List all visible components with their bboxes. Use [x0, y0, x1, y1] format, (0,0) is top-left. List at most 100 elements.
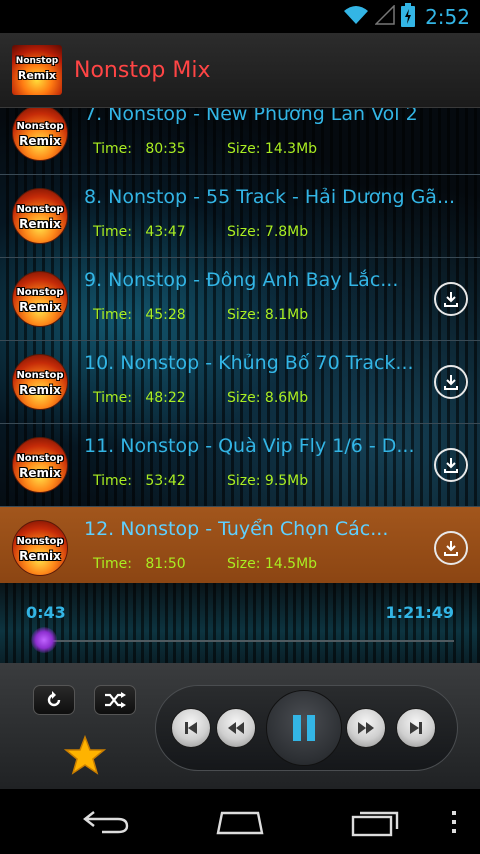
track-thumbnail: Nonstop Remix — [12, 354, 68, 410]
previous-button[interactable] — [171, 708, 211, 748]
size-label: Size: — [227, 556, 261, 572]
list-item[interactable]: Nonstop Remix 10. Nonstop - Khủng Bố 70 … — [0, 341, 480, 424]
app-logo[interactable]: Nonstop Remix — [12, 45, 62, 95]
size-label: Size: — [227, 390, 261, 406]
track-size: Size: 8.1Mb — [227, 307, 308, 323]
track-size: Size: 14.5Mb — [227, 556, 317, 572]
size-value: 7.8Mb — [264, 224, 309, 240]
track-title: 7. Nonstop - New Phương Lan Vol 2 — [84, 108, 418, 125]
download-button[interactable] — [434, 282, 468, 316]
action-bar: Nonstop Remix Nonstop Mix — [0, 33, 480, 108]
size-label: Size: — [227, 141, 261, 157]
track-duration: Time: 43:47 — [93, 224, 186, 240]
download-button[interactable] — [434, 448, 468, 482]
download-button[interactable] — [434, 365, 468, 399]
time-label: Time: — [93, 390, 132, 406]
back-icon — [83, 811, 129, 834]
track-duration: Time: 81:50 — [93, 556, 186, 572]
repeat-button[interactable] — [33, 685, 75, 715]
back-button[interactable] — [82, 809, 130, 839]
time-label: Time: — [93, 556, 132, 572]
shuffle-icon — [105, 692, 126, 708]
repeat-icon — [47, 691, 61, 707]
rewind-button[interactable] — [216, 708, 256, 748]
track-thumbnail: Nonstop Remix — [12, 520, 68, 576]
track-thumbnail: Nonstop Remix — [12, 271, 68, 327]
size-value: 9.5Mb — [264, 473, 309, 489]
transport-bar — [155, 685, 458, 771]
fast-forward-button[interactable] — [346, 708, 386, 748]
pause-button[interactable] — [266, 690, 342, 766]
track-thumbnail: Nonstop Remix — [12, 108, 68, 161]
download-icon — [444, 375, 458, 390]
page-title: Nonstop Mix — [74, 57, 211, 83]
size-value: 8.1Mb — [264, 307, 309, 323]
pause-icon — [293, 715, 315, 741]
wifi-icon — [343, 5, 369, 29]
list-item[interactable]: Nonstop Remix 9. Nonstop - Đông Anh Bay … — [0, 258, 480, 341]
download-icon — [444, 292, 458, 307]
time-value: 43:47 — [145, 224, 186, 240]
track-title: 11. Nonstop - Quà Vip Fly 1/6 - D... — [84, 435, 415, 457]
home-icon — [216, 811, 264, 835]
track-thumbnail: Nonstop Remix — [12, 188, 68, 244]
navigation-bar — [0, 789, 480, 854]
signal-icon — [374, 3, 395, 29]
status-clock: 2:52 — [425, 4, 470, 29]
favorite-button[interactable] — [63, 734, 107, 779]
time-value: 81:50 — [145, 556, 186, 572]
track-duration: Time: 48:22 — [93, 390, 186, 406]
track-size: Size: 8.6Mb — [227, 390, 308, 406]
thumbnail-text-line1: Nonstop — [16, 453, 64, 464]
track-thumbnail: Nonstop Remix — [12, 437, 68, 493]
list-item[interactable]: Nonstop Remix 8. Nonstop - 55 Track - Hả… — [0, 175, 480, 258]
list-item-now-playing[interactable]: Nonstop Remix 12. Nonstop - Tuyển Chọn C… — [0, 507, 480, 583]
track-list[interactable]: Nonstop Remix 7. Nonstop - New Phương La… — [0, 108, 480, 583]
size-label: Size: — [227, 473, 261, 489]
size-value: 14.3Mb — [264, 141, 318, 157]
elapsed-time: 0:43 — [26, 603, 66, 622]
thumbnail-text-line2: Remix — [19, 466, 61, 480]
player-controls — [0, 663, 480, 789]
skip-previous-icon — [185, 722, 197, 734]
time-label: Time: — [93, 141, 132, 157]
seek-bar[interactable] — [30, 627, 454, 653]
time-label: Time: — [93, 307, 132, 323]
download-button[interactable] — [434, 531, 468, 565]
track-duration: Time: 45:28 — [93, 307, 186, 323]
time-value: 48:22 — [145, 390, 186, 406]
time-value: 53:42 — [145, 473, 186, 489]
time-value: 45:28 — [145, 307, 186, 323]
star-icon — [63, 734, 107, 775]
size-label: Size: — [227, 307, 261, 323]
size-label: Size: — [227, 224, 261, 240]
list-item[interactable]: Nonstop Remix 11. Nonstop - Quà Vip Fly … — [0, 424, 480, 507]
track-size: Size: 14.3Mb — [227, 141, 317, 157]
list-item[interactable]: Nonstop Remix 7. Nonstop - New Phương La… — [0, 108, 480, 175]
thumbnail-text-line2: Remix — [19, 383, 61, 397]
thumbnail-text-line1: Nonstop — [16, 204, 64, 215]
shuffle-button[interactable] — [94, 685, 136, 715]
thumbnail-text-line2: Remix — [19, 300, 61, 314]
rewind-icon — [228, 722, 244, 734]
skip-next-icon — [410, 722, 422, 734]
track-size: Size: 7.8Mb — [227, 224, 308, 240]
thumbnail-text-line1: Nonstop — [16, 536, 64, 547]
logo-line2: Remix — [17, 69, 57, 82]
battery-charging-icon — [401, 2, 416, 31]
seek-thumb[interactable] — [30, 627, 57, 653]
status-bar: 2:52 — [0, 0, 480, 33]
track-duration: Time: 80:35 — [93, 141, 186, 157]
overflow-menu-button[interactable] — [450, 809, 458, 839]
time-value: 80:35 — [145, 141, 186, 157]
track-duration: Time: 53:42 — [93, 473, 186, 489]
overflow-menu-icon — [452, 811, 456, 833]
track-title: 12. Nonstop - Tuyển Chọn Các... — [84, 518, 389, 540]
track-size: Size: 9.5Mb — [227, 473, 308, 489]
download-icon — [444, 541, 458, 556]
track-title: 9. Nonstop - Đông Anh Bay Lắc... — [84, 269, 399, 291]
next-button[interactable] — [396, 708, 436, 748]
size-value: 8.6Mb — [264, 390, 309, 406]
recent-apps-button[interactable] — [350, 809, 400, 841]
home-button[interactable] — [214, 809, 266, 839]
